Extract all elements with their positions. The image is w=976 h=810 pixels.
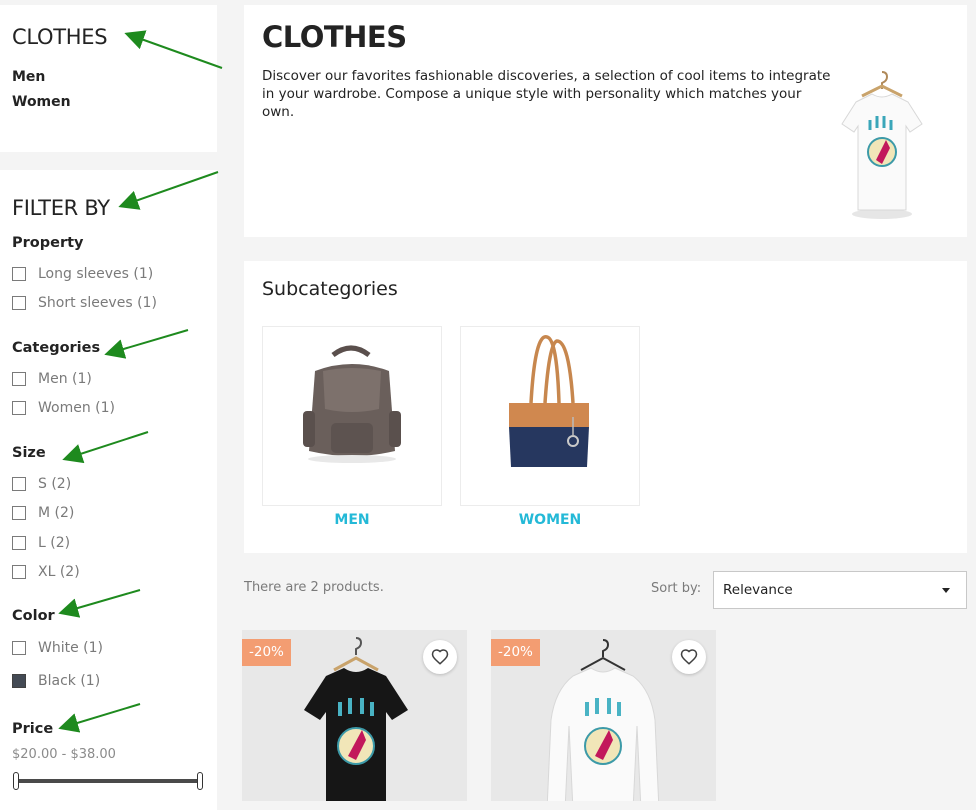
- checkbox[interactable]: [12, 536, 26, 550]
- filter-label: Men (1): [38, 371, 92, 387]
- filter-size-l[interactable]: L (2): [12, 533, 70, 553]
- category-link-men[interactable]: Men: [12, 69, 45, 85]
- subcategories-title: Subcategories: [262, 278, 398, 300]
- product-card[interactable]: -20%: [242, 630, 467, 801]
- checkbox[interactable]: [12, 506, 26, 520]
- category-description: Discover our favorites fashionable disco…: [262, 68, 831, 120]
- tote-bag-image: [509, 335, 589, 467]
- price-slider-track[interactable]: [15, 779, 201, 783]
- subcategory-card-women[interactable]: [460, 326, 640, 506]
- page-title: CLOTHES: [262, 20, 407, 54]
- filter-size-xl[interactable]: XL (2): [12, 562, 80, 582]
- backpack-image: [303, 345, 401, 463]
- filter-color-white[interactable]: White (1): [12, 638, 103, 658]
- product-count: There are 2 products.: [244, 580, 384, 595]
- filter-category-women[interactable]: Women (1): [12, 398, 115, 418]
- checkbox[interactable]: [12, 372, 26, 386]
- checkbox[interactable]: [12, 296, 26, 310]
- checkbox[interactable]: [12, 565, 26, 579]
- filter-label: M (2): [38, 505, 75, 521]
- heart-icon: [680, 649, 698, 665]
- sort-label: Sort by:: [651, 581, 702, 596]
- filter-label: White (1): [38, 640, 103, 656]
- wishlist-button[interactable]: [672, 640, 706, 674]
- filter-label: L (2): [38, 535, 71, 551]
- product-card[interactable]: -20%: [491, 630, 716, 801]
- filter-label: Long sleeves (1): [38, 266, 154, 282]
- heart-icon: [431, 649, 449, 665]
- checkbox[interactable]: [12, 477, 26, 491]
- facet-title-size: Size: [12, 445, 46, 461]
- caret-down-icon: [942, 588, 950, 593]
- category-link-women[interactable]: Women: [12, 94, 71, 110]
- discount-badge: -20%: [242, 639, 291, 666]
- price-range-text: $20.00 - $38.00: [12, 747, 116, 762]
- filter-size-s[interactable]: S (2): [12, 474, 71, 494]
- checkbox[interactable]: [12, 401, 26, 415]
- discount-badge: -20%: [491, 639, 540, 666]
- filter-size-m[interactable]: M (2): [12, 503, 74, 523]
- facet-title-price: Price: [12, 721, 54, 737]
- subcategory-link-men[interactable]: MEN: [262, 512, 442, 528]
- color-swatch-white[interactable]: [12, 641, 26, 655]
- filters-title: FILTER BY: [12, 196, 110, 220]
- sort-dropdown[interactable]: Relevance: [713, 571, 967, 609]
- filter-label: XL (2): [38, 564, 80, 580]
- sort-value: Relevance: [723, 582, 793, 598]
- filter-label: Short sleeves (1): [38, 295, 157, 311]
- filter-category-men[interactable]: Men (1): [12, 369, 92, 389]
- category-tree-title[interactable]: CLOTHES: [12, 25, 108, 49]
- price-slider-handle-max[interactable]: [197, 772, 203, 790]
- facet-title-property: Property: [12, 235, 84, 251]
- price-slider-handle-min[interactable]: [13, 772, 19, 790]
- filter-label: Women (1): [38, 400, 115, 416]
- subcategory-card-men[interactable]: [262, 326, 442, 506]
- filter-label: Black (1): [38, 673, 101, 689]
- filter-color-black[interactable]: Black (1): [12, 671, 100, 691]
- filter-long-sleeves[interactable]: Long sleeves (1): [12, 264, 153, 284]
- checkbox[interactable]: [12, 267, 26, 281]
- facet-title-color: Color: [12, 608, 55, 624]
- wishlist-button[interactable]: [423, 640, 457, 674]
- subcategory-link-women[interactable]: WOMEN: [460, 512, 640, 528]
- filter-label: S (2): [38, 476, 72, 492]
- color-swatch-black[interactable]: [12, 674, 26, 688]
- facet-title-categories: Categories: [12, 340, 101, 356]
- filter-short-sleeves[interactable]: Short sleeves (1): [12, 293, 157, 313]
- tshirt-image: [836, 68, 932, 228]
